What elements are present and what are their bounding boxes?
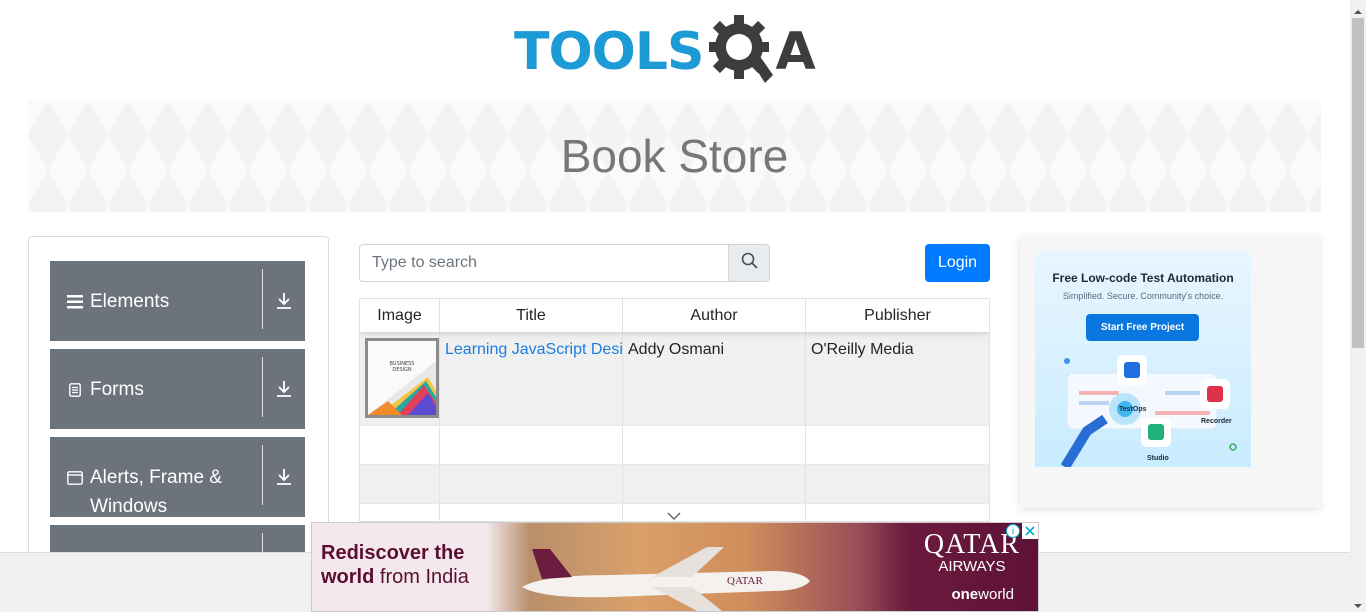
svg-text:DESIGN: DESIGN xyxy=(392,367,412,373)
ad-label: Recorder xyxy=(1201,418,1232,425)
books-table: Image Title Author Publisher BUSINESS DE… xyxy=(359,298,990,522)
bottom-advertisement[interactable]: Rediscover the world from India QATAR QA… xyxy=(311,522,1039,612)
column-header-publisher[interactable]: Publisher xyxy=(806,299,989,332)
logo-suffix: A xyxy=(775,22,816,82)
book-title-cell: Learning JavaScript Design Patterns xyxy=(440,333,623,425)
ad-headline: Rediscover the world from India xyxy=(321,542,469,588)
search-icon xyxy=(741,252,758,274)
book-image-cell: BUSINESS DESIGN xyxy=(360,333,440,425)
sidebar-advertisement[interactable]: Free Low-code Test Automation Simplified… xyxy=(1020,236,1320,508)
plane-livery-text: QATAR xyxy=(727,575,763,587)
table-row xyxy=(360,464,989,503)
sidebar-group-label: Forms xyxy=(90,379,144,400)
sidebar-group-label: Elements xyxy=(90,291,170,312)
ad-creative[interactable]: Free Low-code Test Automation Simplified… xyxy=(1035,251,1251,467)
ad-headline: Free Low-code Test Automation xyxy=(1052,271,1234,285)
column-header-title[interactable]: Title xyxy=(440,299,623,332)
book-publisher-cell: O'Reilly Media xyxy=(811,341,914,358)
logo-text: TOOLS xyxy=(514,22,704,82)
page: TOOLS A Book Store Elements Forms Alerts… xyxy=(0,0,1366,612)
download-icon[interactable] xyxy=(263,261,305,341)
ad-label: TestOps xyxy=(1119,406,1147,413)
download-icon[interactable] xyxy=(263,437,305,517)
window-icon xyxy=(66,463,84,492)
gear-magnifier-icon xyxy=(709,13,774,92)
table-row: BUSINESS DESIGN Learning JavaScript Desi… xyxy=(360,332,989,425)
column-header-author[interactable]: Author xyxy=(623,299,806,332)
book-cover-image: BUSINESS DESIGN xyxy=(365,338,439,418)
sidebar-group-forms[interactable]: Forms xyxy=(50,349,305,429)
document-icon xyxy=(66,375,84,404)
login-button[interactable]: Login xyxy=(925,244,990,282)
ad-label: Studio xyxy=(1147,455,1169,462)
search-box xyxy=(359,244,770,282)
column-header-image[interactable]: Image xyxy=(360,299,440,332)
sidebar-group-alerts[interactable]: Alerts, Frame & Windows xyxy=(50,437,305,517)
page-banner: Book Store xyxy=(28,100,1321,212)
table-header: Image Title Author Publisher xyxy=(360,299,989,332)
close-icon[interactable] xyxy=(1022,523,1038,539)
toolsqa-logo[interactable]: TOOLS A xyxy=(514,14,838,90)
book-author-cell: Addy Osmani xyxy=(623,333,806,425)
search-button[interactable] xyxy=(728,244,770,282)
oneworld-logo: oneworld xyxy=(951,586,1014,603)
scrollbar-thumb[interactable] xyxy=(1352,18,1364,348)
airplane-image: QATAR xyxy=(522,547,810,611)
ad-subline: Simplified. Secure. Community's choice. xyxy=(1062,291,1224,301)
page-title: Book Store xyxy=(560,130,789,182)
left-panel: Elements Forms Alerts, Frame & Windows xyxy=(28,236,329,605)
hamburger-icon xyxy=(66,287,84,316)
sidebar-group-label: Alerts, Frame & Windows xyxy=(90,467,222,517)
ad-info-icon[interactable]: i xyxy=(1006,524,1020,538)
table-row xyxy=(360,425,989,464)
search-input[interactable] xyxy=(359,244,728,282)
scroll-up-arrow-icon[interactable] xyxy=(1352,4,1364,14)
scroll-down-arrow-icon[interactable] xyxy=(1352,598,1364,608)
book-title-link[interactable]: Learning JavaScript Design Patterns xyxy=(445,341,622,358)
qatar-airways-logo: QATAR AIRWAYS xyxy=(923,529,1020,575)
sidebar-group-elements[interactable]: Elements xyxy=(50,261,305,341)
download-icon[interactable] xyxy=(263,349,305,429)
ad-cta-button[interactable]: Start Free Project xyxy=(1086,314,1199,341)
